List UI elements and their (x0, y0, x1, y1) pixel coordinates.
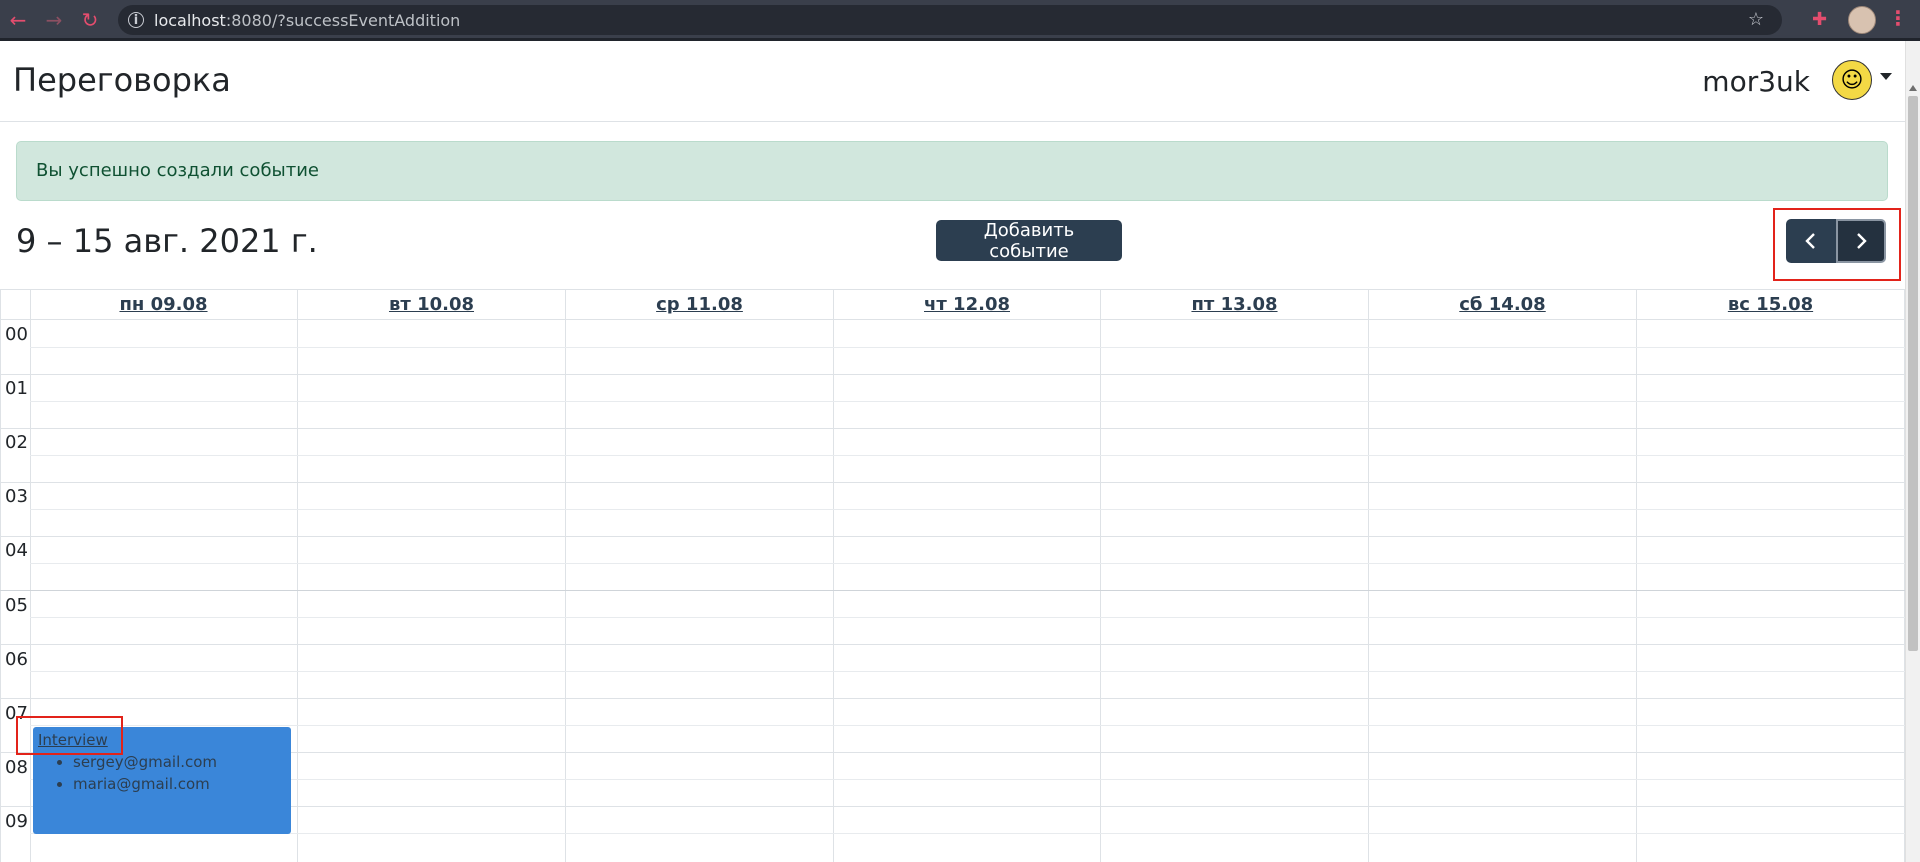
half-hour-line (30, 455, 1906, 456)
day-header-mon[interactable]: пн 09.08 (30, 289, 297, 319)
half-hour-line (30, 617, 1906, 618)
hour-label: 08 (5, 757, 28, 778)
browser-menu-icon[interactable]: ⋮ (1888, 6, 1908, 30)
url-text: localhost:8080/?successEventAddition (154, 10, 461, 30)
day-header-wed[interactable]: ср 11.08 (566, 289, 833, 319)
success-alert-text: Вы успешно создали событие (36, 160, 320, 181)
back-icon[interactable]: ← (0, 2, 36, 38)
hour-line (0, 374, 1906, 375)
success-alert: Вы успешно создали событие (16, 141, 1888, 201)
half-hour-line (30, 509, 1906, 510)
address-bar[interactable]: i localhost:8080/?successEventAddition ☆ (118, 5, 1782, 35)
half-hour-line (30, 833, 1906, 834)
day-header-tue[interactable]: вт 10.08 (298, 289, 565, 319)
hour-line (0, 644, 1906, 645)
user-avatar[interactable]: ☺ (1832, 60, 1872, 100)
hour-label: 02 (5, 432, 28, 453)
half-hour-line (30, 779, 1906, 780)
hour-label: 05 (5, 595, 28, 616)
page-scrollbar[interactable] (1905, 41, 1920, 862)
app-navbar: Переговорка mor3uk ☺ (0, 41, 1906, 122)
browser-profile-avatar[interactable] (1848, 6, 1876, 34)
username[interactable]: mor3uk (1702, 65, 1810, 98)
hour-label: 09 (5, 811, 28, 832)
event-participants: sergey@gmail.com maria@gmail.com (36, 751, 288, 795)
hour-label: 01 (5, 378, 28, 399)
day-header-sat[interactable]: сб 14.08 (1369, 289, 1636, 319)
half-hour-line (30, 725, 1906, 726)
day-header-sun[interactable]: вс 15.08 (1637, 289, 1904, 319)
hour-line (0, 428, 1906, 429)
brand-title[interactable]: Переговорка (13, 61, 231, 99)
day-header-fri[interactable]: пт 13.08 (1101, 289, 1368, 319)
bookmark-star-icon[interactable]: ☆ (1748, 9, 1764, 30)
add-event-button[interactable]: Добавить событие (936, 220, 1122, 262)
scroll-up-arrow-icon[interactable] (1909, 85, 1917, 91)
browser-toolbar: ← → ↻ i localhost:8080/?successEventAddi… (0, 0, 1920, 40)
hour-line (0, 536, 1906, 537)
day-header-thu[interactable]: чт 12.08 (834, 289, 1100, 319)
participant-item: maria@gmail.com (73, 773, 288, 795)
hour-line (0, 590, 1906, 591)
info-icon[interactable]: i (128, 12, 144, 28)
hour-line (0, 482, 1906, 483)
hour-label: 03 (5, 486, 28, 507)
hour-label: 06 (5, 649, 28, 670)
highlight-box-event (16, 716, 123, 755)
extensions-puzzle-icon[interactable]: ✚ (1812, 9, 1832, 30)
forward-icon[interactable]: → (36, 2, 72, 38)
hour-label: 00 (5, 324, 28, 345)
user-dropdown-caret-icon[interactable] (1880, 73, 1892, 80)
week-range-title: 9 – 15 авг. 2021 г. (16, 222, 318, 260)
half-hour-line (30, 671, 1906, 672)
hour-line (0, 698, 1906, 699)
reload-icon[interactable]: ↻ (72, 2, 108, 38)
half-hour-line (30, 347, 1906, 348)
highlight-box-navigation (1773, 208, 1901, 281)
hour-label: 04 (5, 540, 28, 561)
half-hour-line (30, 401, 1906, 402)
scrollbar-thumb[interactable] (1908, 96, 1918, 651)
half-hour-line (30, 563, 1906, 564)
